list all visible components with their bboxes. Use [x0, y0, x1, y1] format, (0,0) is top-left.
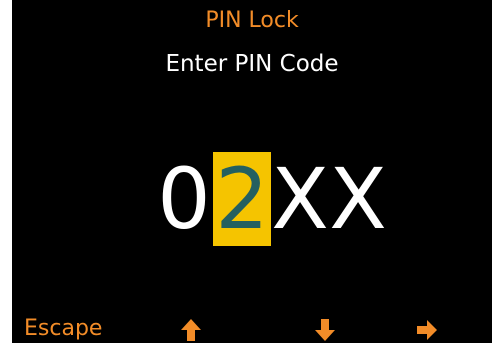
screen-subtitle: Enter PIN Code	[165, 51, 339, 77]
escape-softkey[interactable]: Escape	[24, 314, 102, 343]
arrow-up-icon[interactable]	[180, 318, 202, 342]
screen-title: PIN Lock	[205, 8, 299, 33]
pin-digit-3[interactable]: X	[271, 152, 329, 246]
device-screen: PIN Lock Enter PIN Code 0 2 X X Escape	[12, 0, 492, 343]
pin-digit-4[interactable]: X	[329, 152, 387, 246]
softkey-bar: Escape	[12, 314, 492, 343]
arrow-down-icon[interactable]	[314, 318, 336, 342]
pin-entry: 0 2 X X	[155, 152, 387, 246]
pin-digit-2-selected[interactable]: 2	[213, 152, 271, 246]
arrow-right-icon[interactable]	[416, 318, 438, 342]
pin-digit-1[interactable]: 0	[155, 152, 213, 246]
